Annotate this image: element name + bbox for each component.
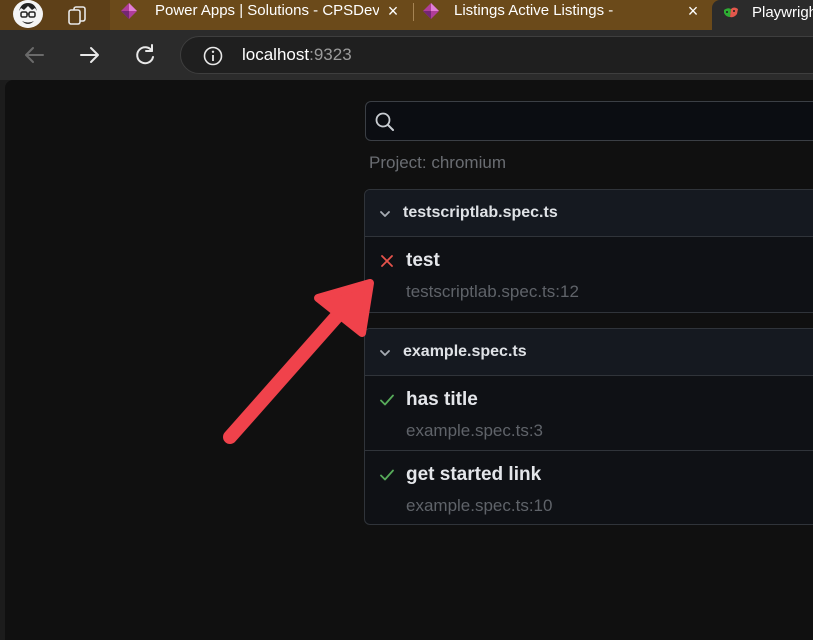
file-group-header[interactable]: example.spec.ts [365, 329, 813, 376]
profile-avatar[interactable] [13, 0, 43, 28]
test-name[interactable]: test [406, 250, 440, 272]
reload-icon [136, 44, 154, 65]
search-input[interactable] [404, 108, 808, 136]
tab-playwright[interactable]: Playwrigh [712, 0, 813, 30]
tab-strip: Power Apps | Solutions - CPSDevC × Listi… [0, 0, 813, 30]
close-icon[interactable]: × [384, 0, 402, 22]
chevron-down-icon[interactable] [378, 346, 392, 360]
tab-listings[interactable]: Listings Active Listings - × [414, 0, 714, 28]
test-location: example.spec.ts:3 [406, 421, 544, 440]
close-icon[interactable]: × [684, 0, 702, 22]
search-icon [374, 111, 396, 133]
tab-title: Power Apps | Solutions - CPSDevC [155, 2, 379, 19]
tab-power-apps[interactable]: Power Apps | Solutions - CPSDevC × [112, 0, 414, 28]
arrow-left-icon [25, 47, 44, 63]
arrow-right-icon [80, 47, 99, 63]
forward-button[interactable] [76, 41, 104, 69]
fail-x-icon [379, 253, 395, 269]
power-apps-icon [422, 2, 440, 20]
file-group-header[interactable]: testscriptlab.spec.ts [365, 190, 813, 237]
browser-toolbar: localhost:9323 [0, 30, 813, 80]
address-bar[interactable]: localhost:9323 [180, 36, 813, 74]
file-group-title: testscriptlab.spec.ts [403, 204, 558, 221]
test-row[interactable]: get started link example.spec.ts:10 [365, 450, 813, 524]
pass-check-icon [379, 467, 395, 483]
browser-window: Power Apps | Solutions - CPSDevC × Listi… [0, 0, 813, 640]
test-name[interactable]: has title [406, 389, 478, 411]
url-text[interactable]: localhost:9323 [242, 45, 352, 65]
workspaces-icon[interactable] [66, 4, 88, 26]
tab-title: Listings Active Listings - [454, 2, 614, 19]
tab-title: Playwrigh [752, 4, 813, 21]
playwright-icon [722, 4, 740, 22]
power-apps-icon [120, 2, 138, 20]
test-name[interactable]: get started link [406, 464, 541, 486]
info-icon[interactable] [203, 46, 223, 66]
test-row[interactable]: test testscriptlab.spec.ts:12 [365, 237, 813, 311]
test-row[interactable]: has title example.spec.ts:3 [365, 376, 813, 450]
pass-check-icon [379, 392, 395, 408]
file-group-title: example.spec.ts [403, 343, 527, 360]
file-group-example: example.spec.ts has title example.spec.t… [364, 328, 813, 525]
back-button[interactable] [21, 41, 49, 69]
file-group-testscriptlab: testscriptlab.spec.ts test testscriptlab… [364, 189, 813, 313]
test-location: testscriptlab.spec.ts:12 [406, 282, 579, 301]
test-location: example.spec.ts:10 [406, 496, 553, 515]
url-port: :9323 [309, 45, 352, 64]
page-viewport: Project: chromium testscriptlab.spec.ts … [5, 80, 813, 640]
reload-button[interactable] [131, 41, 159, 69]
search-box[interactable] [365, 101, 813, 141]
project-label: Project: chromium [369, 153, 506, 172]
url-host: localhost [242, 45, 310, 64]
chevron-down-icon[interactable] [378, 207, 392, 221]
